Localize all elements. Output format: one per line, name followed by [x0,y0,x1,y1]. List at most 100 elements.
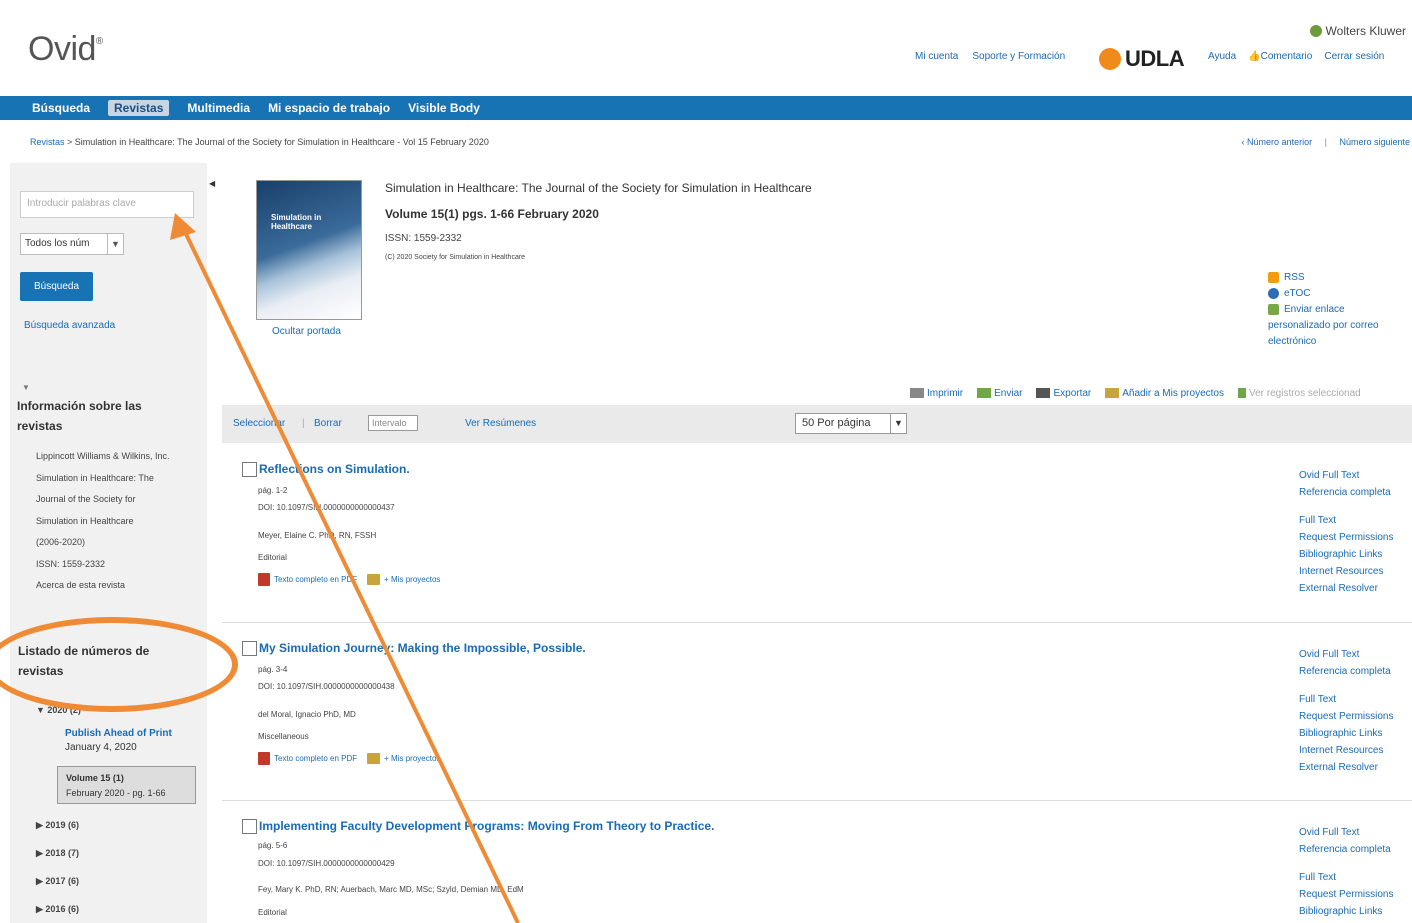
collapse-sidebar-icon[interactable]: ◀ [209,179,219,191]
send-button[interactable]: Enviar [977,388,1022,399]
nav-search[interactable]: Búsqueda [32,101,90,115]
article-title-link[interactable]: My Simulation Journey: Making the Imposs… [259,641,586,655]
year-2018-toggle[interactable]: ▶ 2018 (7) [36,848,79,859]
bibliographic-links-link[interactable]: Bibliographic Links [1299,546,1393,563]
bibliographic-links-link[interactable]: Bibliographic Links [1299,903,1393,920]
year-2017-toggle[interactable]: ▶ 2017 (6) [36,876,79,887]
view-selected-button[interactable]: Ver registros seleccionad [1237,388,1361,399]
view-abstracts-link[interactable]: Ver Resúmenes [465,418,536,429]
pdf-icon [258,573,270,586]
search-button[interactable]: Búsqueda [20,272,93,301]
internet-resources-link[interactable]: Internet Resources [1299,742,1393,759]
separator: | [302,418,305,429]
previous-issue-link[interactable]: ‹ Número anterior [1242,137,1313,147]
article-checkbox[interactable] [242,462,257,477]
nav-visible-body[interactable]: Visible Body [408,101,480,115]
issue-scope-select[interactable]: Todos los núm ▼ [20,233,124,255]
interval-input[interactable]: Intervalo [368,415,418,431]
ovid-full-text-link[interactable]: Ovid Full Text [1299,824,1393,841]
add-project-link[interactable]: + Mis proyectos [384,754,440,763]
full-reference-link[interactable]: Referencia completa [1299,663,1393,680]
rss-link[interactable]: RSS [1268,270,1379,286]
article-title-link[interactable]: Implementing Faculty Development Program… [259,819,714,833]
envelope-icon [977,388,992,399]
etoc-link[interactable]: eTOC [1268,286,1379,302]
email-link-line2[interactable]: personalizado por correo [1268,318,1379,334]
feedback-link[interactable]: 👍Comentario [1248,51,1312,62]
article-type: Editorial [258,908,287,917]
full-reference-link[interactable]: Referencia completa [1299,484,1393,501]
article-checkbox[interactable] [242,819,257,834]
results-toolbar: Imprimir Enviar Exportar Añadir a Mis pr… [910,388,1361,399]
article-doi: DOI: 10.1097/SIH.0000000000000437 [258,503,395,512]
article-authors: Fey, Mary K. PhD, RN; Auerbach, Marc MD,… [258,885,524,894]
article-title-link[interactable]: Reflections on Simulation. [259,462,410,476]
article-authors: Meyer, Elaine C. PhD, RN, FSSH [258,531,377,540]
internet-resources-link[interactable]: Internet Resources [1299,563,1393,580]
print-button[interactable]: Imprimir [910,388,963,399]
journal-name-line: Simulation in Healthcare [36,515,134,526]
rss-icon [1268,271,1279,283]
request-permissions-link[interactable]: Request Permissions [1299,708,1393,725]
support-link[interactable]: Soporte y Formación [972,51,1065,62]
ahead-of-print-date: January 4, 2020 [65,742,137,753]
breadcrumb-journals-link[interactable]: Revistas [30,137,65,147]
nav-workspace[interactable]: Mi espacio de trabajo [268,101,390,115]
ovid-logo[interactable]: Ovid® [28,30,103,69]
external-resolver-link[interactable]: External Resolver [1299,759,1393,776]
ovid-full-text-link[interactable]: Ovid Full Text [1299,467,1393,484]
per-page-select[interactable]: 50 Por página ▼ [795,413,907,434]
article-links: Ovid Full Text Referencia completa Full … [1299,467,1393,597]
pdf-icon [258,752,270,765]
publisher-link[interactable]: Lippincott Williams & Wilkins, Inc. [36,446,206,468]
email-link[interactable]: Enviar enlace [1268,302,1379,318]
nav-journals[interactable]: Revistas [108,100,170,116]
keyword-search-input[interactable]: Introducir palabras clave [20,191,194,218]
export-button[interactable]: Exportar [1036,388,1091,399]
current-volume-item[interactable]: Volume 15 (1) February 2020 - pg. 1-66 [57,766,196,804]
issn: ISSN: 1559-2332 [385,233,462,244]
journal-title: Simulation in Healthcare: The Journal of… [385,181,812,195]
full-text-link[interactable]: Full Text [1299,512,1393,529]
logout-link[interactable]: Cerrar sesión [1324,51,1384,62]
breadcrumb: Revistas > Simulation in Healthcare: The… [30,137,489,147]
bibliographic-links-link[interactable]: Bibliographic Links [1299,725,1393,742]
about-journal-link[interactable]: Acerca de esta revista [36,575,206,597]
external-resolver-link[interactable]: External Resolver [1299,580,1393,597]
next-issue-link[interactable]: Número siguiente [1339,137,1410,147]
clear-link[interactable]: Borrar [314,418,342,429]
ovid-full-text-link[interactable]: Ovid Full Text [1299,646,1393,663]
breadcrumb-current: > Simulation in Healthcare: The Journal … [64,137,489,147]
article-actions: Texto completo en PDF + Mis proyectos [258,573,440,586]
account-links: Mi cuenta Soporte y Formación [915,51,1065,62]
ahead-of-print-link[interactable]: Publish Ahead of Print [65,727,172,741]
request-permissions-link[interactable]: Request Permissions [1299,529,1393,546]
add-project-link[interactable]: + Mis proyectos [384,575,440,584]
advanced-search-link[interactable]: Búsqueda avanzada [24,320,115,331]
article-authors: del Moral, Ignacio PhD, MD [258,710,356,719]
selection-bar: Seleccionar | Borrar Intervalo Ver Resúm… [222,405,1412,443]
full-text-link[interactable]: Full Text [1299,869,1393,886]
year-2016-toggle[interactable]: ▶ 2016 (6) [36,904,79,915]
folder-add-icon [1105,388,1120,399]
collapse-section-icon[interactable]: ▼ [22,383,30,392]
help-link[interactable]: Ayuda [1208,51,1236,62]
nav-multimedia[interactable]: Multimedia [187,101,250,115]
divider [222,800,1412,801]
email-link-line3[interactable]: electrónico [1268,334,1379,350]
help-links: Ayuda 👍Comentario Cerrar sesión [1208,51,1384,62]
request-permissions-link[interactable]: Request Permissions [1299,886,1393,903]
add-to-projects-button[interactable]: Añadir a Mis proyectos [1105,388,1224,399]
pdf-link[interactable]: Texto completo en PDF [274,754,357,763]
full-text-link[interactable]: Full Text [1299,691,1393,708]
select-link[interactable]: Seleccionar [233,418,285,429]
full-reference-link[interactable]: Referencia completa [1299,841,1393,858]
article-checkbox[interactable] [242,641,257,656]
article-pages: pág. 1-2 [258,486,288,495]
my-account-link[interactable]: Mi cuenta [915,51,958,62]
wolters-kluwer-globe-icon [1309,25,1322,37]
year-2019-toggle[interactable]: ▶ 2019 (6) [36,820,79,831]
pdf-link[interactable]: Texto completo en PDF [274,575,357,584]
hide-cover-link[interactable]: Ocultar portada [272,326,341,337]
journal-issn: ISSN: 1559-2332 [36,558,106,569]
